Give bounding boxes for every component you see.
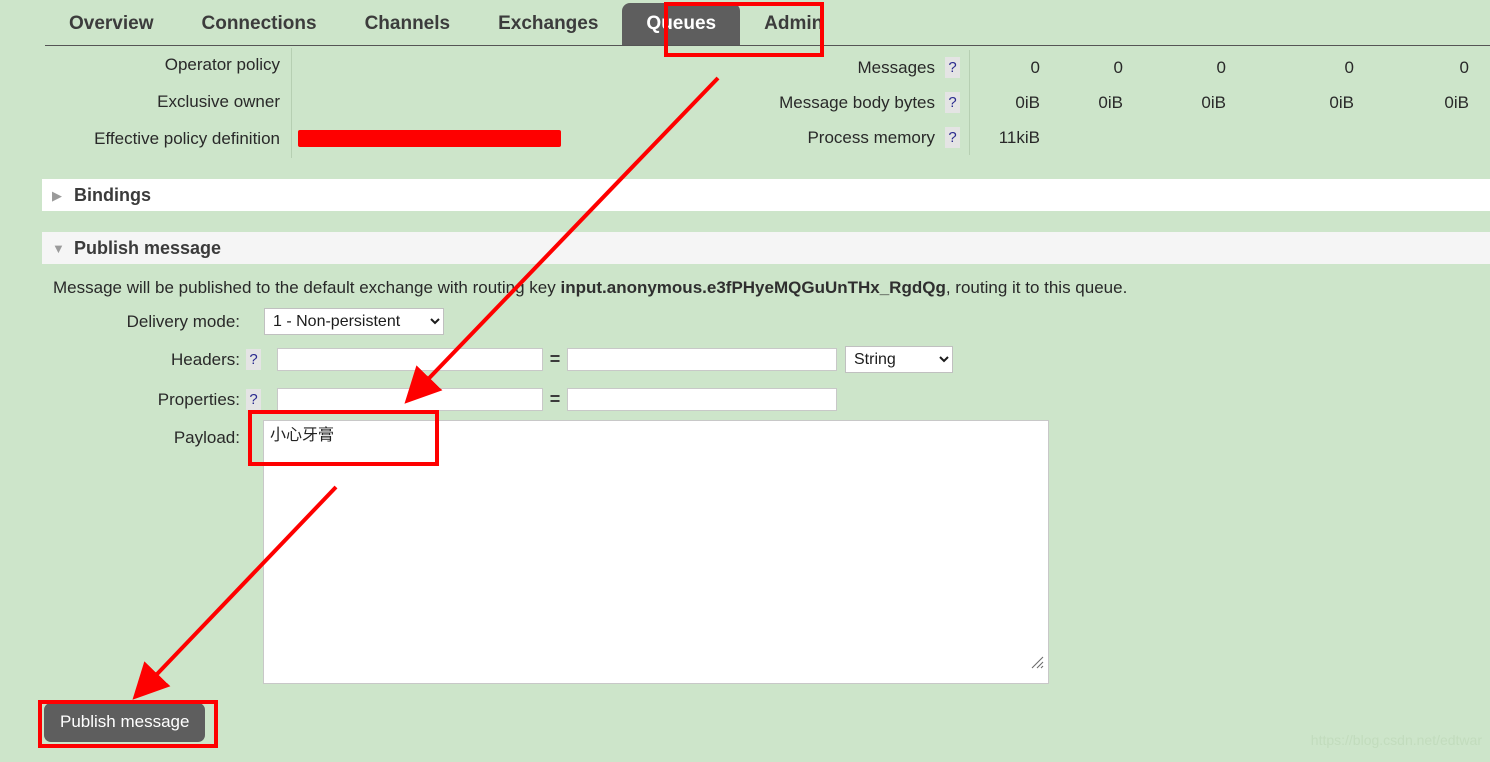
properties-key-input[interactable] [277,388,543,411]
metric-value: 0 [1216,58,1226,77]
form-row-payload: Payload: [0,422,240,453]
delivery-mode-label: Delivery mode: [126,311,240,331]
nav-tab-overview[interactable]: Overview [45,3,178,46]
metric-values: 0iB 0iB 0iB 0iB 0iB [969,85,1490,120]
routing-intro-prefix: Message will be published to the default… [53,278,561,297]
headers-type-select[interactable]: StringNumberBooleanList [845,346,953,373]
metric-row-message-body-bytes: Message body bytes ? 0iB 0iB 0iB 0iB 0iB [660,85,1490,120]
metric-value: 0iB [1098,93,1123,112]
form-row-headers: Headers: ? = StringNumberBooleanList [0,344,953,375]
queue-property-label: Effective policy definition [94,128,280,148]
properties-equals-sign: = [549,389,561,409]
routing-key-value: input.anonymous.e3fPHyeMQGuUnTHx_RgdQg [560,278,946,297]
nav-tab-exchanges[interactable]: Exchanges [474,3,622,46]
headers-equals-sign: = [549,349,561,369]
metric-values: 11kiB [969,120,1490,155]
help-icon[interactable]: ? [945,92,960,113]
metric-label: Message body bytes [779,92,935,112]
metric-value: 0 [1030,58,1040,77]
redacted-owner-value [298,130,561,147]
section-title: Bindings [74,184,151,205]
nav-tab-list: Overview Connections Channels Exchanges … [45,0,847,46]
publish-message-button[interactable]: Publish message [44,703,206,742]
metric-value: 0iB [1201,93,1226,112]
queue-details-stats: Operator policy Exclusive owner Effectiv… [0,46,1490,158]
metric-value: 0 [1459,58,1469,77]
queue-property-label: Exclusive owner [157,91,280,111]
headers-key-input[interactable] [277,348,543,371]
properties-value-input[interactable] [567,388,837,411]
nav-tab-connections[interactable]: Connections [178,3,341,46]
form-row-delivery-mode: Delivery mode: 1 - Non-persistent2 - Per… [0,306,444,337]
metric-value: 0 [1344,58,1354,77]
queue-properties-list: Operator policy Exclusive owner Effectiv… [0,46,292,157]
help-icon[interactable]: ? [246,349,261,370]
help-icon[interactable]: ? [246,389,261,410]
delivery-mode-select[interactable]: 1 - Non-persistent2 - Persistent [264,308,444,335]
section-title: Publish message [74,237,222,258]
metric-value: 0iB [1329,93,1354,112]
headers-value-input[interactable] [567,348,837,371]
section-header-bindings[interactable]: ▶ Bindings [42,179,1490,211]
metric-value: 11kiB [998,128,1040,147]
routing-key-description: Message will be published to the default… [53,278,1127,298]
payload-label: Payload: [173,427,240,447]
section-header-publish-message[interactable]: ▼ Publish message [42,232,1490,264]
metric-value: 0 [1113,58,1123,77]
nav-tab-queues[interactable]: Queues [622,3,741,46]
collapsed-triangle-icon: ▶ [52,187,62,203]
metric-values: 0 0 0 0 0 [969,50,1490,85]
metric-row-messages: Messages ? 0 0 0 0 0 [660,50,1490,85]
queue-property-operator-policy: Operator policy [0,46,292,83]
metric-value: 0iB [1015,93,1040,112]
help-icon[interactable]: ? [945,127,960,148]
expanded-triangle-icon: ▼ [52,240,65,256]
queue-property-label: Operator policy [164,54,280,74]
properties-divider [291,48,292,158]
metric-value: 0iB [1444,93,1469,112]
metric-label: Messages [857,57,935,77]
headers-label: Headers: [171,349,240,369]
form-row-properties: Properties: ? = [0,384,837,415]
metric-label: Process memory [807,127,935,147]
routing-intro-suffix: , routing it to this queue. [945,278,1128,297]
payload-textarea[interactable] [263,420,1049,684]
metric-row-process-memory: Process memory ? 11kiB [660,120,1490,155]
nav-tab-admin[interactable]: Admin [740,3,847,46]
properties-label: Properties: [157,389,240,409]
queue-property-effective-policy-definition: Effective policy definition [0,120,292,157]
watermark: https://blog.csdn.net/edtwar [1310,732,1482,748]
help-icon[interactable]: ? [945,57,960,78]
main-navigation: Overview Connections Channels Exchanges … [0,0,1490,46]
nav-tab-channels[interactable]: Channels [341,3,475,46]
queue-property-exclusive-owner: Exclusive owner [0,83,292,120]
